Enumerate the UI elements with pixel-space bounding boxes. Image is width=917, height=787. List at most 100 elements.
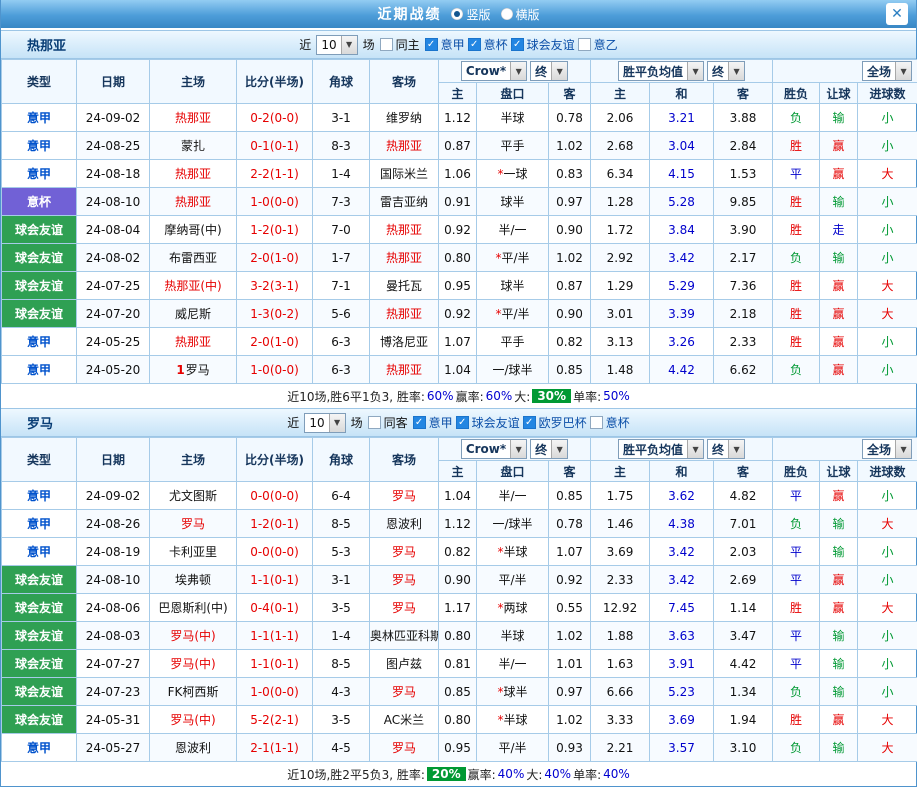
col-away: 客场 (370, 438, 439, 482)
summary-text: 60% (427, 389, 454, 403)
home-team-cell: 1罗马 (150, 356, 237, 384)
league-type-cell: 球会友谊 (2, 594, 77, 622)
league-checkbox[interactable]: ✓ (468, 38, 481, 51)
league-checkbox[interactable]: ✓ (456, 416, 469, 429)
genoa-matches-table: 类型 日期 主场 比分(半场) 角球 客场 Crow*▼ 终▼ 胜平负均值▼ 终… (1, 59, 917, 384)
home-team-name: 巴恩斯利(中) (158, 601, 227, 615)
league-checkbox[interactable] (578, 38, 591, 51)
chevron-down-icon: ▼ (895, 440, 911, 458)
handicap-home-odds-cell: 0.87 (439, 132, 477, 160)
odds-company-select[interactable]: Crow*▼ (461, 439, 527, 459)
handicap-home-odds-cell: 0.82 (439, 538, 477, 566)
away-team-cell: 热那亚 (370, 132, 439, 160)
date-cell: 24-08-26 (77, 510, 150, 538)
handicap-line-cell: *一球 (477, 160, 549, 188)
handicap-home-odds-cell: 1.04 (439, 482, 477, 510)
date-cell: 24-07-25 (77, 272, 150, 300)
same-venue-checkbox[interactable] (368, 416, 381, 429)
table-row: 球会友谊24-08-06巴恩斯利(中)0-4(0-1)3-5罗马1.17*两球0… (2, 594, 917, 622)
score-cell: 5-2(2-1) (237, 706, 313, 734)
avg-draw-odds-cell: 3.04 (650, 132, 714, 160)
radio-horizontal-layout[interactable]: 横版 (501, 6, 540, 23)
date-cell: 24-08-04 (77, 216, 150, 244)
avg-draw-odds-cell: 3.62 (650, 482, 714, 510)
filter-bar: 近 10▼ 场 同客 ✓意甲✓球会友谊✓欧罗巴杯意杯 (287, 413, 629, 433)
result-cell: 平 (773, 622, 820, 650)
date-cell: 24-08-10 (77, 566, 150, 594)
league-type-cell: 球会友谊 (2, 272, 77, 300)
same-venue-checkbox[interactable] (380, 38, 393, 51)
col-date: 日期 (77, 60, 150, 104)
avg-home-odds-cell: 1.63 (591, 650, 650, 678)
score-cell: 1-1(0-1) (237, 566, 313, 594)
handicap-result-cell: 赢 (820, 566, 858, 594)
corner-cell: 8-3 (313, 132, 370, 160)
avg-controls: 胜平负均值▼ 终▼ (591, 60, 773, 83)
home-team-cell: 热那亚 (150, 328, 237, 356)
table-row: 意甲24-08-25蒙扎0-1(0-1)8-3热那亚0.87平手1.022.68… (2, 132, 917, 160)
away-team-cell: 曼托瓦 (370, 272, 439, 300)
handicap-line-cell: 一/球半 (477, 356, 549, 384)
league-type-cell: 意甲 (2, 104, 77, 132)
odds-final-select[interactable]: 终▼ (530, 61, 568, 81)
radio-vertical-layout[interactable]: 竖版 (451, 6, 490, 23)
away-team-cell: AC米兰 (370, 706, 439, 734)
scope-controls: 全场▼ (773, 60, 917, 83)
window-title: 近期战绩 (377, 4, 441, 24)
league-checkbox[interactable] (590, 416, 603, 429)
odds-controls: Crow*▼ 终▼ (439, 60, 591, 83)
league-checkbox[interactable]: ✓ (425, 38, 438, 51)
near-label: 近 (299, 36, 311, 53)
radio-unselected-icon (501, 8, 513, 20)
avg-home-odds-cell: 6.66 (591, 678, 650, 706)
scope-select[interactable]: 全场▼ (862, 61, 912, 81)
league-type-cell: 球会友谊 (2, 706, 77, 734)
table-row: 意甲24-05-201罗马1-0(0-0)6-3热那亚1.04一/球半0.851… (2, 356, 917, 384)
score-cell: 1-2(0-1) (237, 216, 313, 244)
handicap-line-cell: *平/半 (477, 244, 549, 272)
scope-select[interactable]: 全场▼ (862, 439, 912, 459)
rank-badge: 1 (176, 363, 184, 377)
close-button[interactable]: ✕ (886, 3, 908, 25)
handicap-star: * (497, 601, 503, 615)
avg-final-select[interactable]: 终▼ (707, 61, 745, 81)
goals-result-cell: 大 (858, 272, 917, 300)
col-odds-away: 客 (549, 83, 591, 104)
handicap-line-cell: 平/半 (477, 734, 549, 762)
home-team-cell: 热那亚(中) (150, 272, 237, 300)
avg-type-select[interactable]: 胜平负均值▼ (618, 439, 704, 459)
avg-home-odds-cell: 12.92 (591, 594, 650, 622)
result-cell: 胜 (773, 594, 820, 622)
avg-type-select[interactable]: 胜平负均值▼ (618, 61, 704, 81)
avg-home-odds-cell: 6.34 (591, 160, 650, 188)
league-type-cell: 球会友谊 (2, 678, 77, 706)
match-count-select[interactable]: 10▼ (304, 413, 345, 433)
score-cell: 1-1(1-1) (237, 622, 313, 650)
league-checkbox[interactable]: ✓ (523, 416, 536, 429)
date-cell: 24-07-23 (77, 678, 150, 706)
league-type-cell: 意甲 (2, 356, 77, 384)
handicap-home-odds-cell: 1.04 (439, 356, 477, 384)
home-team-cell: 卡利亚里 (150, 538, 237, 566)
handicap-result-cell: 赢 (820, 300, 858, 328)
handicap-away-odds-cell: 0.78 (549, 104, 591, 132)
result-cell: 平 (773, 482, 820, 510)
league-checkbox[interactable]: ✓ (413, 416, 426, 429)
date-cell: 24-08-25 (77, 132, 150, 160)
score-cell: 1-0(0-0) (237, 356, 313, 384)
home-team-cell: 埃弗顿 (150, 566, 237, 594)
table-row: 意甲24-08-18热那亚2-2(1-1)1-4国际米兰1.06*一球0.836… (2, 160, 917, 188)
titlebar: 近期战绩 竖版 横版 ✕ (1, 0, 916, 28)
handicap-result-cell: 走 (820, 216, 858, 244)
league-checkbox[interactable]: ✓ (511, 38, 524, 51)
handicap-star: * (497, 167, 503, 181)
avg-final-select[interactable]: 终▼ (707, 439, 745, 459)
odds-final-select[interactable]: 终▼ (530, 439, 568, 459)
match-count-select[interactable]: 10▼ (316, 35, 357, 55)
avg-draw-odds-cell: 3.42 (650, 566, 714, 594)
handicap-result-cell: 输 (820, 244, 858, 272)
date-cell: 24-05-27 (77, 734, 150, 762)
date-cell: 24-07-27 (77, 650, 150, 678)
home-team-name: 卡利亚里 (169, 545, 217, 559)
odds-company-select[interactable]: Crow*▼ (461, 61, 527, 81)
